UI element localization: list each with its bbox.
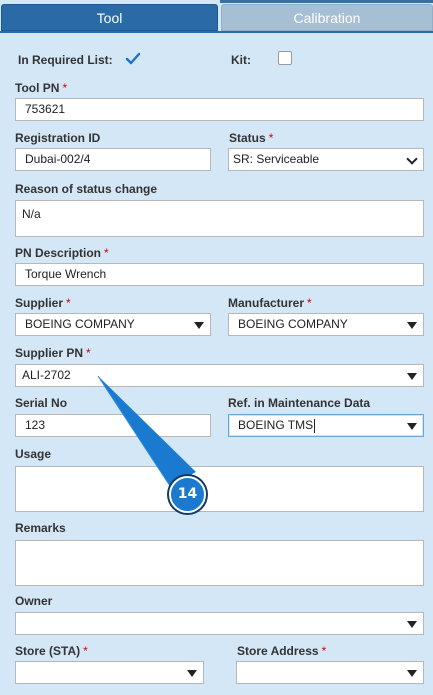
serial-no-input[interactable]: 123 (15, 414, 211, 437)
status-label-text: Status (229, 131, 266, 145)
ref-maintenance-dropdown[interactable]: BOEING TMS (228, 414, 424, 437)
tool-pn-label: Tool PN * (15, 81, 67, 95)
required-marker: * (104, 246, 109, 260)
manufacturer-dropdown-value: BOEING COMPANY (238, 317, 348, 331)
usage-textarea[interactable] (15, 466, 424, 512)
supplier-pn-dropdown[interactable]: ALI-2702 (15, 364, 424, 387)
registration-id-label: Registration ID (15, 131, 101, 145)
store-sta-dropdown[interactable] (15, 661, 204, 684)
tab-bar: Tool Calibration (0, 0, 433, 33)
caret-down-icon (407, 322, 417, 329)
supplier-pn-label: Supplier PN * (15, 346, 91, 360)
checkmark-icon (125, 52, 141, 65)
serial-no-label: Serial No (15, 396, 68, 410)
ref-maintenance-dropdown-value: BOEING TMS (238, 418, 314, 432)
pn-description-input[interactable]: Torque Wrench (15, 263, 424, 286)
kit-label: Kit: (231, 53, 251, 67)
manufacturer-dropdown[interactable]: BOEING COMPANY (228, 313, 424, 336)
status-label: Status * (229, 131, 273, 145)
owner-label: Owner (15, 594, 53, 608)
supplier-pn-label-text: Supplier PN (15, 346, 84, 360)
store-sta-label: Store (STA) * (15, 644, 88, 658)
caret-down-icon (194, 322, 204, 329)
chevron-down-icon (406, 153, 418, 165)
tool-form-panel: Tool Calibration In Required List: Kit: … (0, 0, 433, 695)
ref-maintenance-label: Ref. in Maintenance Data (228, 396, 371, 410)
caret-down-icon (187, 670, 197, 677)
manufacturer-label: Manufacturer * (228, 296, 312, 310)
tab-calibration[interactable]: Calibration (221, 4, 433, 31)
pn-description-label-text: PN Description (15, 246, 102, 260)
tab-bar-top-line (220, 0, 433, 3)
caret-down-icon (407, 423, 417, 430)
pn-description-label: PN Description * (15, 246, 109, 260)
required-marker: * (62, 81, 68, 95)
required-marker: * (66, 296, 71, 310)
status-select[interactable]: SR: Serviceable (228, 148, 424, 171)
supplier-pn-dropdown-value: ALI-2702 (22, 368, 71, 382)
store-address-dropdown[interactable] (236, 661, 424, 684)
registration-id-input[interactable]: Dubai-002/4 (15, 148, 211, 171)
required-marker: * (86, 346, 91, 360)
required-marker: * (307, 296, 312, 310)
required-marker: * (268, 131, 274, 145)
remarks-label: Remarks (15, 521, 66, 535)
caret-down-icon (407, 373, 417, 380)
usage-label: Usage (15, 447, 52, 461)
status-select-value: SR: Serviceable (233, 152, 320, 166)
tab-tool[interactable]: Tool (1, 4, 218, 31)
owner-dropdown[interactable] (15, 612, 424, 635)
manufacturer-label-text: Manufacturer (228, 296, 305, 310)
tab-underline (0, 31, 433, 33)
remarks-textarea[interactable] (15, 540, 424, 586)
supplier-label: Supplier * (15, 296, 71, 310)
required-marker: * (321, 644, 327, 658)
store-sta-label-text: Store (STA) (15, 644, 81, 658)
supplier-dropdown[interactable]: BOEING COMPANY (15, 313, 211, 336)
required-list-checkbox[interactable] (125, 52, 141, 66)
reason-label: Reason of status change (15, 182, 158, 196)
reason-textarea[interactable]: N/a (15, 200, 424, 237)
supplier-label-text: Supplier (15, 296, 64, 310)
required-list-label: In Required List: (18, 53, 113, 67)
required-marker: * (83, 644, 88, 658)
caret-down-icon (407, 670, 417, 677)
store-address-label: Store Address * (237, 644, 326, 658)
tool-pn-input[interactable]: 753621 (15, 98, 424, 121)
tool-pn-label-text: Tool PN (15, 81, 60, 95)
supplier-dropdown-value: BOEING COMPANY (25, 317, 135, 331)
store-address-label-text: Store Address (237, 644, 319, 658)
annotation-badge: 14 (169, 476, 206, 513)
caret-down-icon (407, 621, 417, 628)
text-cursor (314, 418, 316, 433)
kit-checkbox[interactable] (278, 51, 292, 65)
